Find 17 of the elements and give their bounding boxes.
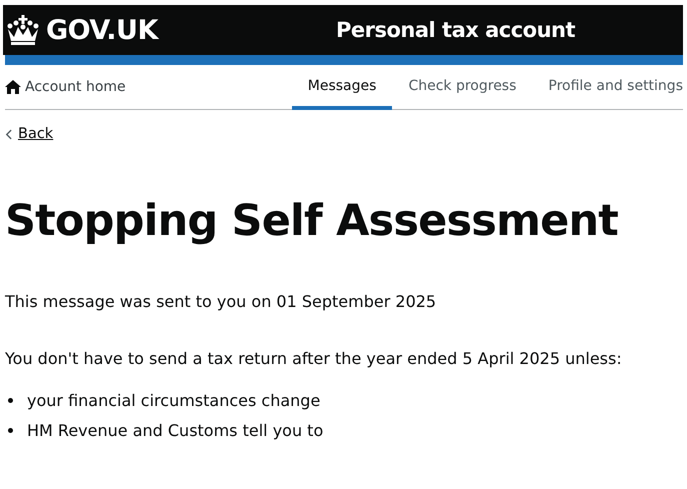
back-link[interactable]: Back <box>5 126 54 142</box>
list-item: HM Revenue and Customs tell you to <box>27 421 324 440</box>
bullet-icon <box>8 398 13 403</box>
chevron-icon <box>5 128 12 140</box>
account-home-link[interactable]: Account home <box>5 65 126 109</box>
nav-tab[interactable]: Messages <box>292 65 392 110</box>
bullet-icon <box>8 428 13 433</box>
gov-uk-logo[interactable]: GOV.UK <box>46 14 158 46</box>
crown-icon <box>6 15 40 45</box>
list-item: your financial circumstances change <box>27 391 320 410</box>
nav-tab[interactable]: Profile and settings <box>532 65 683 110</box>
service-name: Personal tax account <box>336 18 576 42</box>
home-icon <box>5 79 21 95</box>
body-text: This message was sent to you on 01 September 2025 <box>5 292 438 310</box>
page-heading: Stopping Self Assessment <box>5 196 620 246</box>
nav-tab[interactable]: Check progress <box>392 65 532 110</box>
body-text: You don't have to send a tax return after the year ended 5 April 2025 unless: <box>5 348 623 368</box>
